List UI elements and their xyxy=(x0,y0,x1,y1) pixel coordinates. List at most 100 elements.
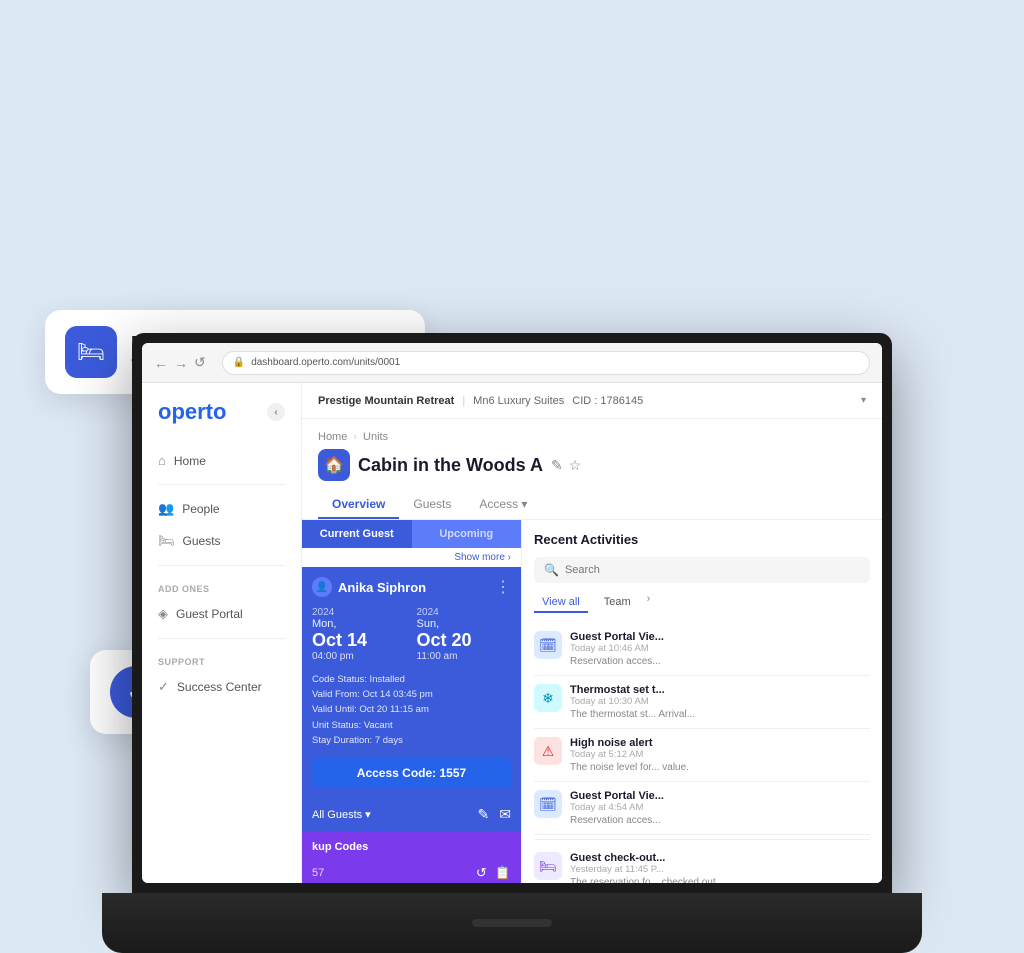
activity-item-4: 🛏 Guest check-out... Yesterday at 11:45 … xyxy=(534,844,870,883)
guest-panel: Current Guest Upcoming Show more › 👤 Ani… xyxy=(302,520,522,883)
sidebar-item-success-center[interactable]: ✓ Success Center xyxy=(142,671,301,703)
guests-icon: 🛏 xyxy=(158,533,175,549)
copy-icon-1[interactable]: 📋 xyxy=(495,865,511,881)
breadcrumb-sep: › xyxy=(353,431,357,443)
activity-desc-0: Reservation acces... xyxy=(570,656,870,667)
search-bar: 🔍 xyxy=(534,557,870,583)
backup-row-1: 57 ↺ 📋 xyxy=(312,861,511,883)
address-bar[interactable]: 🔒 dashboard.operto.com/units/0001 xyxy=(222,351,870,375)
tab-guests[interactable]: Guests xyxy=(399,491,465,519)
all-guests-btn[interactable]: All Guests ▾ xyxy=(312,808,371,821)
nav-refresh-btn[interactable]: ↺ xyxy=(194,354,206,371)
sidebar-item-home[interactable]: ⌂ Home xyxy=(142,445,301,476)
unit-title: Cabin in the Woods A xyxy=(358,455,543,476)
stay-duration: Stay Duration: 7 days xyxy=(312,733,511,748)
checkin-col: 2024 Mon, Oct 14 04:00 pm xyxy=(312,607,407,662)
filter-tab-more[interactable]: › xyxy=(647,593,651,613)
tab-overview[interactable]: Overview xyxy=(318,491,399,519)
sidebar-divider-2 xyxy=(158,565,285,566)
top-bar-sep: | xyxy=(462,395,465,407)
browser-chrome: ← → ↺ 🔒 dashboard.operto.com/units/0001 xyxy=(142,343,882,383)
toggle-current-guest[interactable]: Current Guest xyxy=(302,520,412,548)
breadcrumb-units[interactable]: Units xyxy=(363,431,388,443)
main-area: Prestige Mountain Retreat | Mn6 Luxury S… xyxy=(302,383,882,883)
sidebar-section-support: SUPPORT xyxy=(142,647,301,671)
guest-menu-btn[interactable]: ⋮ xyxy=(495,577,511,597)
activity-item-1: ❄ Thermostat set t... Today at 10:30 AM … xyxy=(534,676,870,729)
show-more-btn[interactable]: Show more › xyxy=(302,548,521,567)
activity-time-0: Today at 10:46 AM xyxy=(570,643,870,654)
activity-content-3: Guest Portal Vie... Today at 4:54 AM Res… xyxy=(570,790,870,826)
activity-time-3: Today at 4:54 AM xyxy=(570,802,870,813)
content-cols: Current Guest Upcoming Show more › 👤 Ani… xyxy=(302,520,882,883)
sidebar-divider-1 xyxy=(158,484,285,485)
laptop-shell: ← → ↺ 🔒 dashboard.operto.com/units/0001 … xyxy=(132,333,892,953)
backup-codes-title: kup Codes xyxy=(312,841,511,853)
checkin-year: 2024 xyxy=(312,607,407,618)
code-status: Code Status: Installed xyxy=(312,672,511,687)
nav-back-btn[interactable]: ← xyxy=(154,355,168,371)
breadcrumb: Home › Units xyxy=(318,431,866,443)
edit-guest-icon[interactable]: ✎ xyxy=(478,806,490,823)
activity-content-4: Guest check-out... Yesterday at 11:45 P.… xyxy=(570,852,870,883)
refresh-icon-1[interactable]: ↺ xyxy=(476,865,487,881)
activity-content-0: Guest Portal Vie... Today at 10:46 AM Re… xyxy=(570,631,870,667)
operto-logo: operto xyxy=(158,399,226,425)
activity-title-1: Thermostat set t... xyxy=(570,684,870,696)
backup-code-1: 57 xyxy=(312,867,324,879)
checkout-year: 2024 xyxy=(417,607,512,618)
backup-actions-1: ↺ 📋 xyxy=(476,865,511,881)
activity-icon-2: ⚠ xyxy=(534,737,562,765)
checkout-col: 2024 Sun, Oct 20 11:00 am xyxy=(417,607,512,662)
sidebar: operto ‹ ⌂ Home 👥 People 🛏 Guests xyxy=(142,383,302,883)
unit-icon: 🏠 xyxy=(318,449,350,481)
message-guest-icon[interactable]: ✉ xyxy=(499,806,511,823)
checkin-day: Mon, xyxy=(312,618,407,630)
access-code-btn[interactable]: Access Code: 1557 xyxy=(312,758,511,788)
activity-icon-1: ❄ xyxy=(534,684,562,712)
sidebar-people-label: People xyxy=(182,502,219,516)
activities-panel: Recent Activities 🔍 View all Team › xyxy=(522,520,882,883)
guest-footer: All Guests ▾ ✎ ✉ xyxy=(302,798,521,831)
people-icon: 👥 xyxy=(158,501,174,517)
activity-icon-0: 🗓 xyxy=(534,631,562,659)
tab-access[interactable]: Access ▾ xyxy=(465,491,541,519)
guest-name-row: 👤 Anika Siphron ⋮ xyxy=(312,577,511,597)
guest-name: Anika Siphron xyxy=(338,580,426,595)
sidebar-item-guest-portal[interactable]: ◈ Guest Portal xyxy=(142,598,301,630)
sidebar-item-guests[interactable]: 🛏 Guests xyxy=(142,525,301,557)
activity-item-2: ⚠ High noise alert Today at 5:12 AM The … xyxy=(534,729,870,782)
activity-title-3: Guest Portal Vie... xyxy=(570,790,870,802)
breadcrumb-home[interactable]: Home xyxy=(318,431,347,443)
org-name: Prestige Mountain Retreat xyxy=(318,395,454,407)
portal-icon: ◈ xyxy=(158,606,168,622)
sidebar-item-people[interactable]: 👥 People xyxy=(142,493,301,525)
search-input[interactable] xyxy=(565,564,860,576)
activity-item-3: 🗓 Guest Portal Vie... Today at 4:54 AM R… xyxy=(534,782,870,835)
sidebar-collapse-btn[interactable]: ‹ xyxy=(267,403,285,421)
star-icon[interactable]: ☆ xyxy=(569,457,582,474)
activity-time-4: Yesterday at 11:45 P... xyxy=(570,864,870,875)
search-icon: 🔍 xyxy=(544,563,559,577)
browser-nav: ← → ↺ xyxy=(154,354,206,371)
checkin-time: 04:00 pm xyxy=(312,651,407,662)
sidebar-success-label: Success Center xyxy=(177,680,262,694)
activities-title: Recent Activities xyxy=(534,532,870,547)
checkout-time: 11:00 am xyxy=(417,651,512,662)
toggle-upcoming[interactable]: Upcoming xyxy=(412,520,522,548)
activities-divider xyxy=(534,839,870,840)
guest-avatar: 👤 xyxy=(312,577,332,597)
nav-forward-btn[interactable]: → xyxy=(174,355,188,371)
filter-tab-team[interactable]: Team xyxy=(596,593,639,613)
activity-desc-1: The thermostat st... Arrival... xyxy=(570,709,870,720)
filter-tab-view-all[interactable]: View all xyxy=(534,593,588,613)
activity-desc-4: The reservation fo... checked out. xyxy=(570,877,870,883)
valid-from: Valid From: Oct 14 03:45 pm xyxy=(312,687,511,702)
success-icon: ✓ xyxy=(158,679,169,695)
sidebar-guests-label: Guests xyxy=(183,534,221,548)
top-bar-dropdown[interactable]: ▾ xyxy=(861,395,866,406)
sidebar-logo: operto ‹ xyxy=(142,399,301,445)
edit-icon[interactable]: ✎ xyxy=(551,457,563,474)
laptop-base xyxy=(102,893,922,953)
guest-toggle: Current Guest Upcoming xyxy=(302,520,521,548)
